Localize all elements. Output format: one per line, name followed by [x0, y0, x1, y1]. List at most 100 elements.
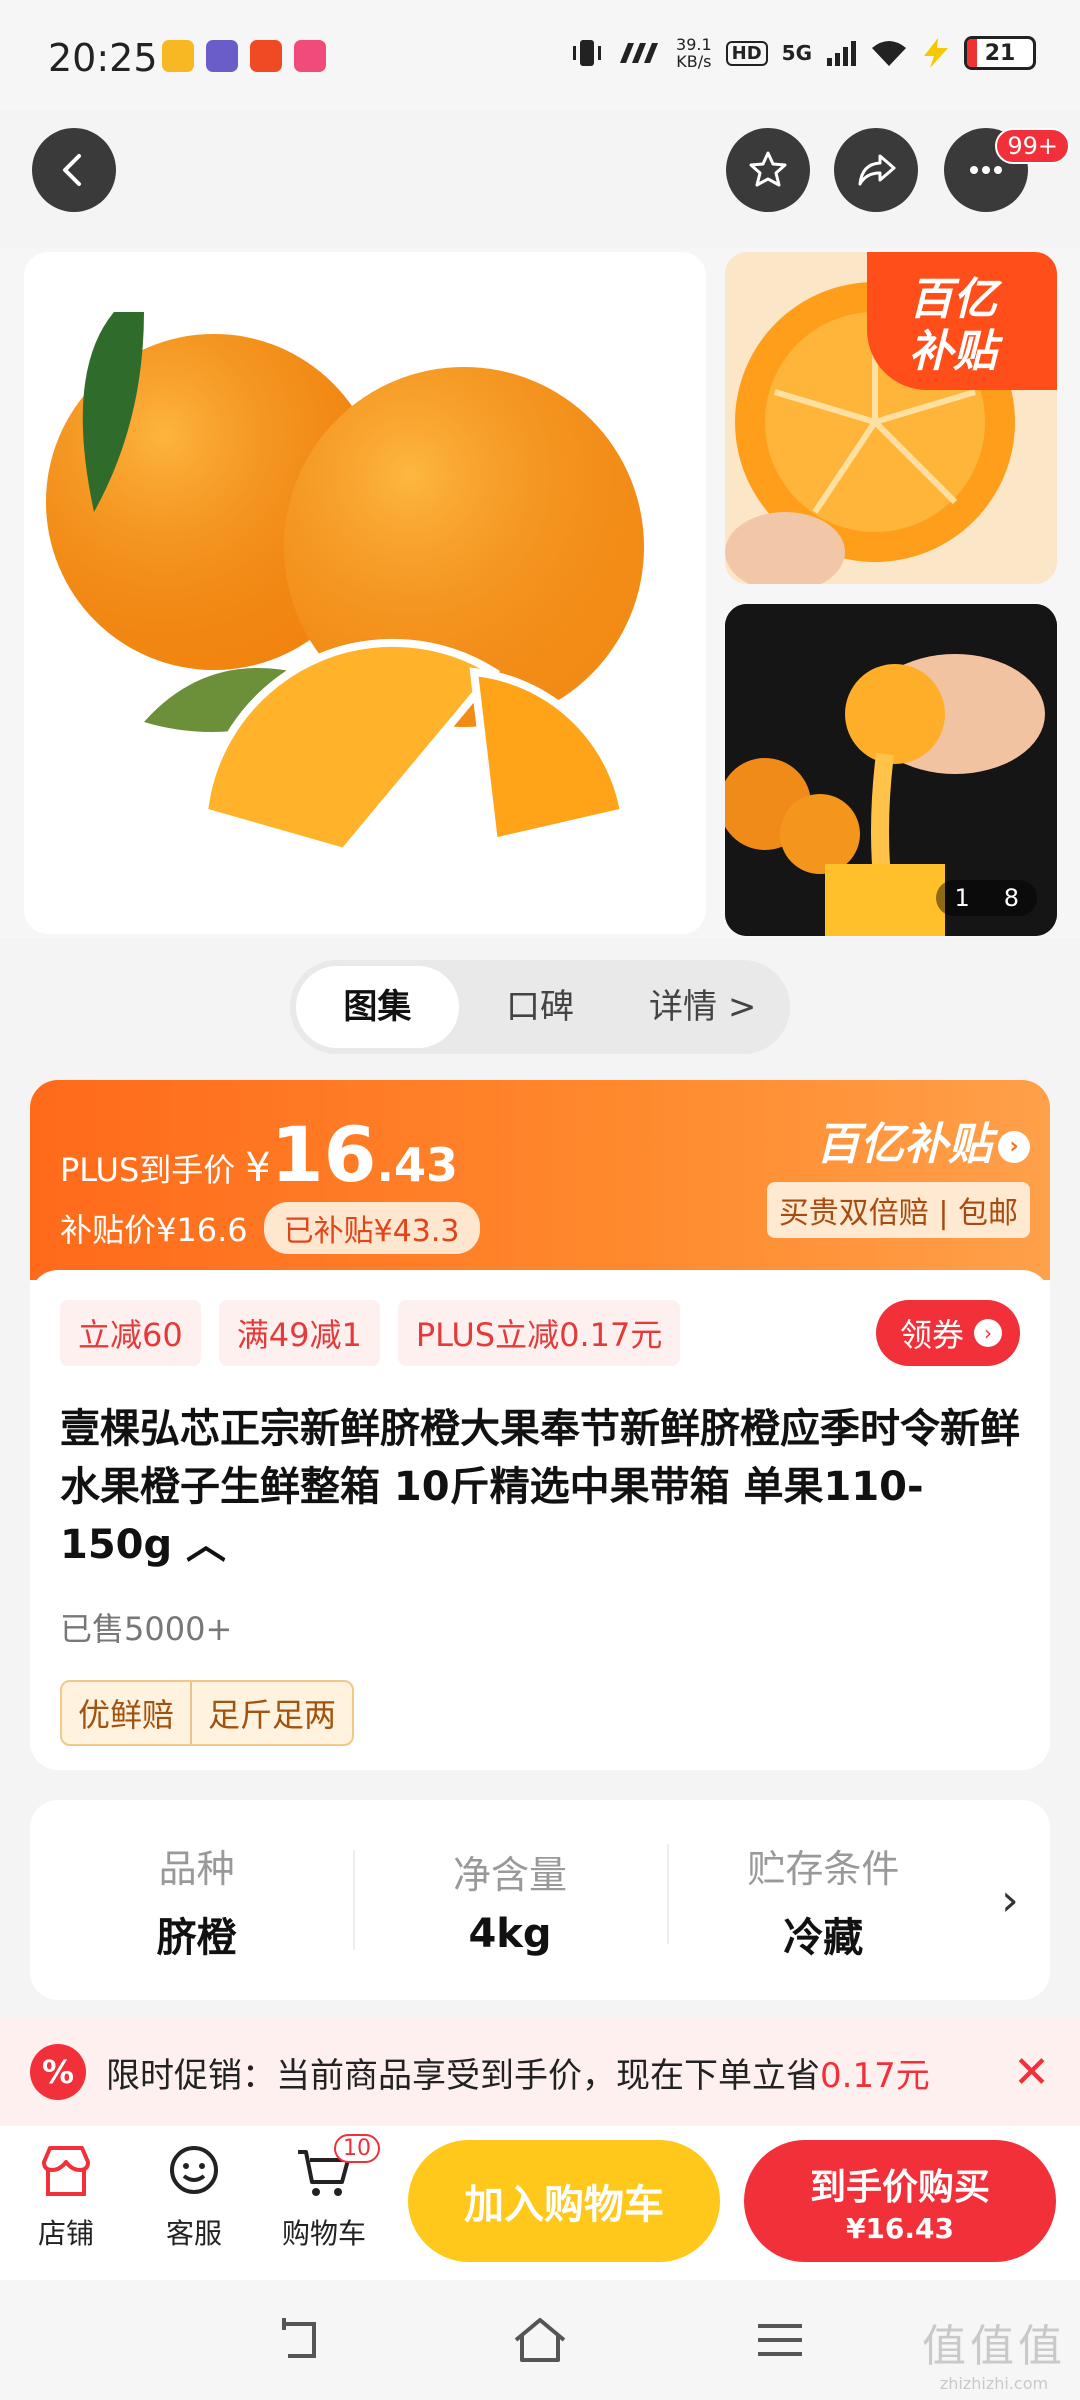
- add-to-cart-label: 加入购物车: [464, 2182, 664, 2228]
- promo-tag[interactable]: 立减60: [60, 1300, 201, 1366]
- tab-details[interactable]: 详情 >: [621, 966, 784, 1048]
- product-info: 立减60 满49减1 PLUS立减0.17元 领券 › 壹棵弘芯正宗新鲜脐橙大果…: [30, 1270, 1050, 1770]
- wifi-icon: [872, 41, 906, 66]
- product-thumbnail-2[interactable]: 1 8: [725, 604, 1057, 936]
- limited-promo-banner[interactable]: % 限时促销：当前商品享受到手价，现在下单立省 0.17元 ✕: [0, 2018, 1080, 2126]
- spec-net-weight: 净含量 4kg: [353, 1844, 666, 1957]
- promo-banner-amount: 0.17元: [820, 2055, 930, 2096]
- subsidy-badge: 百亿 补贴: [867, 252, 1057, 390]
- spec-storage: 贮存条件 冷藏: [666, 1838, 980, 1963]
- plus-price: PLUS到手价 ¥ 16 .43: [60, 1110, 458, 1199]
- spec-value: 4kg: [468, 1910, 552, 1957]
- star-icon: [749, 151, 787, 187]
- back-button[interactable]: [32, 128, 116, 212]
- spec-variety: 品种 脐橙: [40, 1838, 353, 1963]
- plus-price-label: PLUS到手价: [60, 1151, 236, 1189]
- coupon-label: 领券: [899, 1316, 964, 1354]
- chat-smile-icon: [170, 2146, 218, 2194]
- bottom-action-bar: 店铺 客服 10 购物车 加入购物车 到手价购买 ¥16.43: [0, 2126, 1080, 2280]
- currency-symbol: ¥: [245, 1145, 271, 1191]
- chevron-left-icon: [63, 154, 81, 186]
- sold-count: 已售5000+: [60, 1610, 233, 1648]
- spec-panel[interactable]: 品种 脐橙 净含量 4kg 贮存条件 冷藏 ›: [30, 1800, 1050, 2000]
- cart-count-badge: 10: [334, 2134, 380, 2163]
- net-speed-value: 39.1: [676, 35, 712, 54]
- vibrate-icon: [573, 40, 602, 66]
- net-speed: 39.1 KB/s: [676, 36, 712, 70]
- service-tag: 优鲜赔: [78, 1696, 175, 1734]
- signal-label: 5G: [781, 41, 812, 65]
- spec-label: 净含量: [452, 1852, 567, 1897]
- product-gallery[interactable]: 百亿 补贴 1 8: [0, 248, 1080, 938]
- cart-label: 购物车: [281, 2217, 366, 2250]
- status-bar: 20:25 39.1 KB/s HD 5G 21: [0, 0, 1080, 110]
- close-icon[interactable]: ✕: [1013, 2047, 1050, 2098]
- promo-tag[interactable]: 满49减1: [218, 1300, 380, 1366]
- subsidy-program-name[interactable]: 百亿补贴 ›: [767, 1108, 1030, 1172]
- charging-icon: [924, 38, 948, 68]
- subsidy-program-label: 百亿补贴: [816, 1119, 992, 1170]
- service-label: 客服: [165, 2217, 222, 2250]
- hd-indicator: HD: [725, 40, 768, 66]
- buy-now-button[interactable]: 到手价购买 ¥16.43: [744, 2140, 1056, 2262]
- cart-button[interactable]: 10 购物车: [264, 2134, 384, 2252]
- tab-reviews[interactable]: 口碑: [459, 966, 622, 1048]
- service-tags[interactable]: 优鲜赔 足斤足两: [60, 1680, 355, 1746]
- share-icon: [858, 154, 896, 186]
- price-decimal: .43: [376, 1138, 459, 1192]
- status-time: 20:25: [48, 36, 158, 80]
- promo-row: 立减60 满49减1 PLUS立减0.17元 领券 ›: [60, 1300, 1020, 1366]
- back-nav-icon[interactable]: [270, 2310, 330, 2370]
- subsidy-badge-line2: 补贴: [909, 326, 997, 377]
- watermark-url: zhizhizhi.com: [939, 2374, 1049, 2393]
- watermark-logo: 值值值: [922, 2321, 1066, 2372]
- pager-current: 1: [954, 884, 970, 912]
- home-nav-icon[interactable]: [510, 2310, 570, 2370]
- signal-icon: [827, 41, 856, 66]
- get-coupon-button[interactable]: 领券 ›: [875, 1300, 1020, 1366]
- spec-label: 贮存条件: [747, 1846, 900, 1891]
- system-navigation-bar: [0, 2280, 1080, 2400]
- customer-service-button[interactable]: 客服: [134, 2140, 254, 2252]
- tab-gallery[interactable]: 图集: [296, 966, 459, 1048]
- product-title[interactable]: 壹棵弘芯正宗新鲜脐橙大果奉节新鲜脐橙应季时令新鲜水果橙子生鲜整箱 10斤精选中果…: [60, 1400, 1020, 1574]
- chevron-right-icon[interactable]: ›: [980, 1875, 1040, 1926]
- nfc-icon: [620, 43, 659, 63]
- spec-label: 品种: [158, 1846, 235, 1891]
- guarantee-label: 买贵双倍赔 | 包邮: [766, 1182, 1030, 1238]
- shop-button[interactable]: 店铺: [6, 2140, 126, 2252]
- battery-level: 21: [984, 40, 1016, 66]
- notification-icons: [162, 40, 326, 72]
- service-tag: 足斤足两: [190, 1682, 352, 1744]
- product-main-image[interactable]: [24, 252, 706, 934]
- product-thumbnail-1[interactable]: 百亿 补贴: [725, 252, 1057, 584]
- app-notification-icon: [206, 40, 238, 72]
- app-notification-icon: [294, 40, 326, 72]
- price-card: PLUS到手价 ¥ 16 .43 补贴价¥16.6 已补贴¥43.3 百亿补贴 ›…: [30, 1080, 1050, 1770]
- chevron-right-icon: ›: [998, 1131, 1030, 1163]
- buy-now-label: 到手价购买: [809, 2166, 990, 2208]
- add-to-cart-button[interactable]: 加入购物车: [408, 2140, 720, 2262]
- promo-tag[interactable]: PLUS立减0.17元: [397, 1300, 681, 1366]
- system-icons: 39.1 KB/s HD 5G 21: [570, 36, 1036, 70]
- price-integer: 16: [270, 1110, 377, 1199]
- net-speed-unit: KB/s: [676, 52, 712, 71]
- promo-banner-text: 限时促销：当前商品享受到手价，现在下单立省: [106, 2055, 820, 2096]
- shop-label: 店铺: [37, 2217, 94, 2250]
- app-notification-icon: [162, 40, 194, 72]
- content-tabs: 图集 口碑 详情 >: [290, 960, 790, 1054]
- subsidy-program[interactable]: 百亿补贴 › 买贵双倍赔 | 包邮: [766, 1108, 1030, 1238]
- price-header: PLUS到手价 ¥ 16 .43 补贴价¥16.6 已补贴¥43.3 百亿补贴 ›…: [30, 1080, 1050, 1280]
- favorite-button[interactable]: [726, 128, 810, 212]
- battery-indicator: 21: [964, 36, 1036, 70]
- subsidy-price: 补贴价¥16.6: [60, 1211, 248, 1249]
- chevron-right-icon: ›: [974, 1319, 1002, 1347]
- subsidy-price-line: 补贴价¥16.6 已补贴¥43.3: [60, 1202, 480, 1254]
- share-button[interactable]: [834, 128, 918, 212]
- spec-value: 冷藏: [783, 1914, 864, 1961]
- spec-value: 脐橙: [156, 1914, 237, 1961]
- percent-icon: %: [30, 2044, 86, 2100]
- more-badge: 99+: [995, 128, 1070, 164]
- menu-nav-icon[interactable]: [750, 2310, 810, 2370]
- image-pager: 1 8: [936, 880, 1037, 916]
